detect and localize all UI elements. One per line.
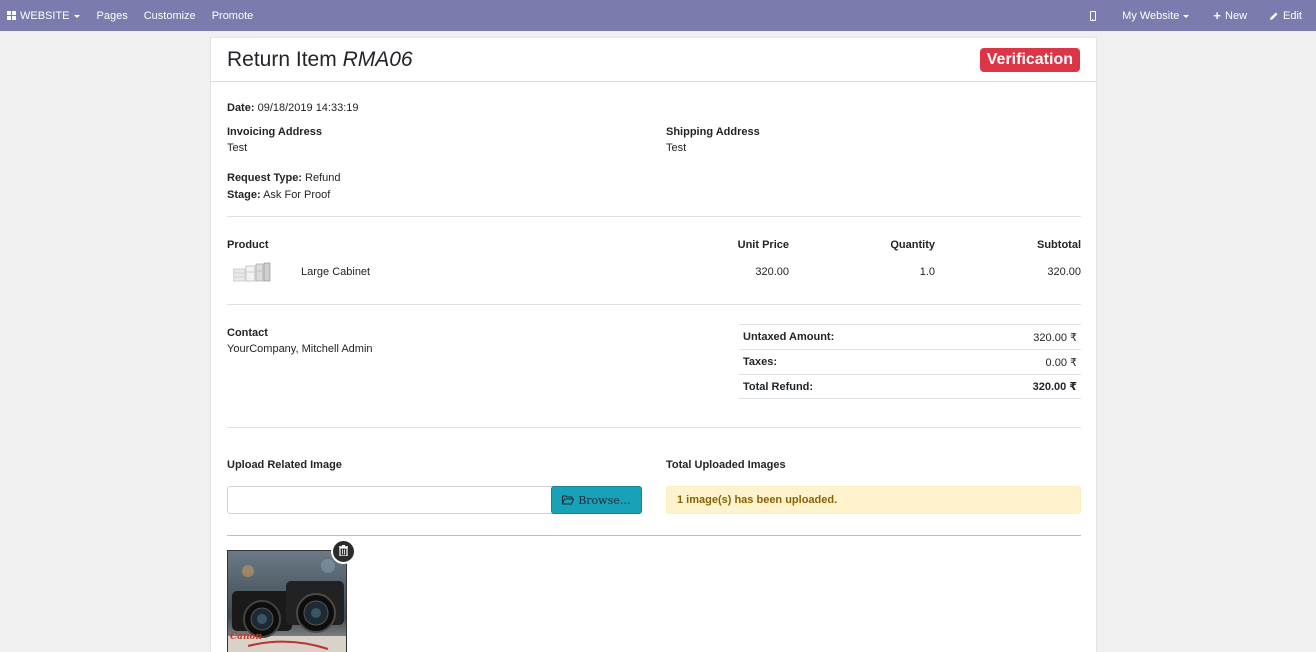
new-button[interactable]: + New [1201,0,1259,31]
mobile-preview-button[interactable] [1076,0,1110,31]
product-quantity: 1.0 [919,266,935,278]
card-header: Return Item RMA06 Verification [211,38,1096,82]
totals-row-untaxed: Untaxed Amount: 320.00 ₹ [739,324,1081,349]
upload-label: Upload Related Image [227,459,342,471]
stage-label: Stage: [227,189,261,201]
nav-promote[interactable]: Promote [204,0,262,31]
apps-grid-icon [7,11,16,20]
col-header-subtotal: Subtotal [1037,239,1081,251]
divider [227,216,1081,217]
upload-status-alert: 1 image(s) has been uploaded. [666,486,1081,514]
camera-photo: Canon [228,551,346,652]
page-title: Return Item RMA06 [227,48,413,72]
browse-button-label: Browse… [578,493,631,507]
caret-down-icon [73,14,80,18]
title-prefix: Return Item [227,47,337,71]
caret-down-icon [1183,14,1190,18]
col-header-product: Product [227,239,269,251]
delete-image-button[interactable] [331,539,356,564]
untaxed-value: 320.00 ₹ [1033,331,1077,344]
website-menu-label: WEBSITE [20,9,70,22]
stage-value: Ask For Proof [263,189,331,201]
contact-value: YourCompany, Mitchell Admin [227,343,373,355]
website-selector-label: My Website [1122,9,1180,22]
new-button-label: New [1225,9,1248,22]
pencil-icon [1269,11,1279,21]
contact-label: Contact [227,327,268,339]
total-refund-label: Total Refund: [743,380,814,393]
return-item-card: Return Item RMA06 Verification Date: 09/… [210,37,1097,652]
stage-line: Stage: Ask For Proof [227,189,330,201]
date-line: Date: 09/18/2019 14:33:19 [227,102,359,114]
file-path-input[interactable] [227,486,553,514]
edit-button-label: Edit [1283,9,1302,22]
mobile-icon [1090,10,1097,21]
title-reference: RMA06 [342,47,413,71]
totals-row-taxes: Taxes: 0.00 ₹ [739,349,1081,374]
product-subtotal: 320.00 [1047,266,1081,278]
col-header-unit-price: Unit Price [737,239,789,251]
status-badge: Verification [979,47,1080,72]
invoicing-address-label: Invoicing Address [227,126,322,138]
website-menu[interactable]: WEBSITE [0,0,89,31]
product-name: Large Cabinet [301,266,371,278]
taxes-value: 0.00 ₹ [1045,356,1077,369]
taxes-label: Taxes: [743,356,778,368]
totals-row-total-refund: Total Refund: 320.00 ₹ [739,374,1081,399]
nav-pages[interactable]: Pages [89,0,136,31]
divider [227,535,1081,536]
divider [227,427,1081,428]
shipping-address-label: Shipping Address [666,126,760,138]
camera-brand-watermark: Canon [230,632,262,642]
nav-customize[interactable]: Customize [136,0,204,31]
untaxed-label: Untaxed Amount: [743,331,835,343]
top-navbar: WEBSITE Pages Customize Promote My Websi… [0,0,1316,31]
total-refund-value: 320.00 ₹ [1032,381,1077,393]
total-uploaded-label: Total Uploaded Images [666,459,786,471]
date-label: Date: [227,102,255,114]
col-header-quantity: Quantity [890,239,935,251]
totals-table: Untaxed Amount: 320.00 ₹ Taxes: 0.00 ₹ T… [739,324,1081,399]
shipping-address-value: Test [666,142,687,154]
plus-icon: + [1213,8,1222,23]
browse-button[interactable]: Browse… [551,486,642,514]
product-image [233,262,271,282]
website-selector[interactable]: My Website [1110,0,1201,31]
edit-button[interactable]: Edit [1259,0,1312,31]
request-type-value: Refund [305,172,341,184]
invoicing-address-value: Test [227,142,248,154]
date-value: 09/18/2019 14:33:19 [257,102,359,114]
request-type-line: Request Type: Refund [227,172,341,184]
folder-open-icon [562,495,575,505]
request-type-label: Request Type: [227,172,302,184]
product-unit-price: 320.00 [755,266,789,278]
uploaded-image-thumbnail[interactable]: Canon [227,550,347,652]
divider [227,304,1081,305]
trash-icon [339,544,348,559]
